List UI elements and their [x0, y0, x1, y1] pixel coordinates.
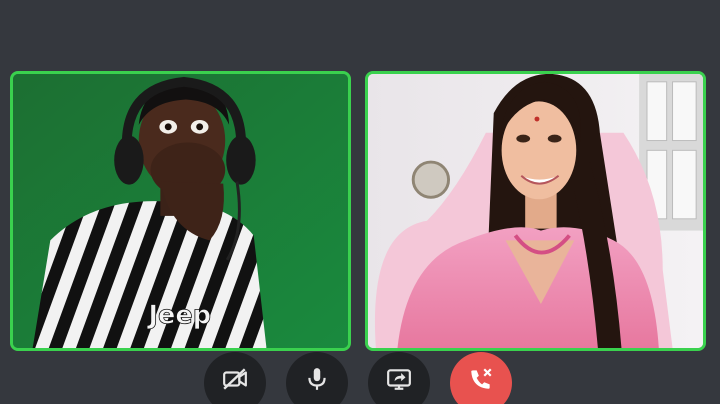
screen-share-button[interactable] — [368, 352, 430, 404]
end-call-icon — [471, 368, 492, 389]
call-controls-bar — [0, 350, 720, 404]
end-call-button[interactable] — [450, 352, 512, 404]
microphone-button[interactable] — [286, 352, 348, 404]
camera-off-button[interactable] — [204, 352, 266, 404]
participant-tile-1[interactable]: Jeep — [10, 71, 351, 351]
jersey-text: Jeep — [147, 301, 211, 331]
participant-2-video — [368, 74, 703, 348]
participant-1-video: Jeep — [13, 74, 348, 348]
camera-off-icon — [223, 368, 247, 390]
video-call-window: Jeep — [0, 0, 720, 404]
screen-share-icon — [387, 369, 411, 390]
microphone-icon — [308, 368, 326, 390]
participant-tile-2[interactable] — [365, 71, 706, 351]
